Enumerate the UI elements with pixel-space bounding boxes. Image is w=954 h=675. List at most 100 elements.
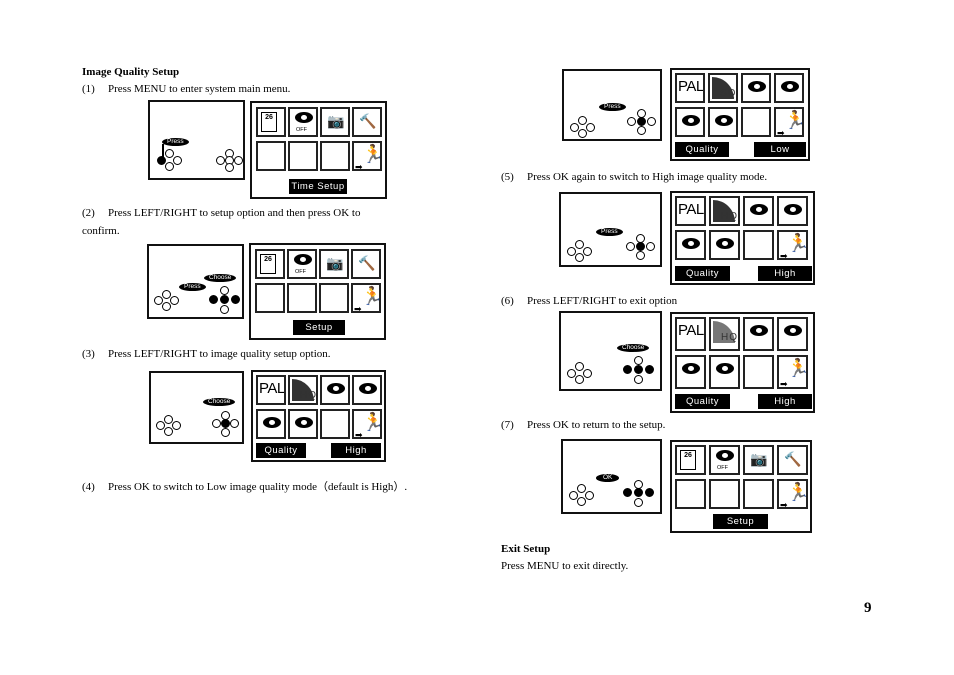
exit-icon: 🏃➡ — [774, 107, 804, 137]
exit-setup-text: Press MENU to exit directly. — [501, 560, 629, 572]
eye-crop-icon — [743, 196, 774, 226]
eye-off-icon: OFF — [288, 107, 318, 137]
eye-off-icon: OFF — [709, 445, 740, 475]
step-text: Press MENU to enter system main menu. — [108, 83, 291, 95]
exit-icon: 🏃➡ — [777, 230, 808, 260]
press-bubble: Press — [179, 283, 206, 291]
empty-slot — [256, 141, 286, 171]
quality-label: Quality — [675, 394, 730, 409]
press-bubble: Press — [162, 138, 189, 146]
eye-square-icon — [777, 196, 808, 226]
exit-icon: 🏃➡ — [351, 283, 381, 313]
exit-icon: 🏃➡ — [352, 141, 382, 171]
eye-timer-icon — [675, 355, 706, 389]
empty-slot — [320, 409, 350, 439]
eye-leaf-icon — [709, 230, 740, 260]
step-number: (1) — [82, 83, 95, 95]
camera-hand-icon: 📷 — [319, 249, 349, 279]
page-number: 9 — [864, 600, 872, 616]
step-7: (7) Press OK to return to the setup. — [501, 419, 666, 431]
exit-setup-title: Exit Setup — [501, 543, 551, 555]
quality-screen: PAL SQ 🏃➡ Quality Low — [670, 68, 810, 161]
remote-diagram: Press — [562, 69, 662, 141]
eye-leaf-icon — [709, 355, 740, 389]
calendar-icon: 26 — [675, 445, 706, 475]
empty-slot — [675, 479, 706, 509]
quality-label: Quality — [675, 266, 730, 281]
quality-screen: PAL HQ 🏃➡ Quality High — [670, 312, 815, 413]
calendar-icon: 26 — [256, 107, 286, 137]
pal-icon: PAL — [675, 196, 706, 226]
empty-slot — [288, 141, 318, 171]
pal-icon: PAL — [675, 317, 706, 351]
empty-slot — [743, 230, 774, 260]
exit-icon: 🏃➡ — [777, 355, 808, 389]
empty-slot — [287, 283, 317, 313]
exit-icon: 🏃➡ — [352, 409, 382, 439]
section-title: Image Quality Setup — [82, 66, 180, 78]
empty-slot — [320, 141, 350, 171]
remote-diagram: Choose — [149, 371, 244, 444]
quality-screen: PAL HQ 🏃➡ Quality High — [670, 191, 815, 285]
eye-square-icon — [774, 73, 804, 103]
eye-timer-icon — [256, 409, 286, 439]
eye-leaf-icon — [708, 107, 738, 137]
choose-bubble: Choose — [204, 274, 237, 282]
remote-diagram: Press Choose — [147, 244, 244, 319]
quality-value: High — [758, 266, 812, 281]
eye-crop-icon — [320, 375, 350, 405]
quality-value: Low — [754, 142, 806, 157]
camera-hand-icon: 📷 — [320, 107, 350, 137]
pal-icon: PAL — [675, 73, 705, 103]
eye-crop-icon — [743, 317, 774, 351]
menu-screen: 26 OFF 📷 🔨 🏃➡ Setup — [670, 440, 812, 533]
step-6: (6) Press LEFT/RIGHT to exit option — [501, 295, 678, 307]
eye-off-icon: OFF — [287, 249, 317, 279]
choose-bubble: Choose — [203, 398, 236, 406]
step-2-cont: confirm. — [82, 225, 120, 237]
step-2: (2) Press LEFT/RIGHT to setup option and … — [82, 207, 361, 219]
camera-hand-icon: 📷 — [743, 445, 774, 475]
step-5: (5) Press OK again to switch to High imag… — [501, 171, 768, 183]
press-bubble: Press — [596, 228, 623, 236]
tools-icon: 🔨 — [777, 445, 808, 475]
quality-mode-icon: HQ — [709, 196, 740, 226]
calendar-icon: 26 — [255, 249, 285, 279]
eye-square-icon — [777, 317, 808, 351]
remote-diagram: Press — [148, 100, 245, 180]
menu-screen: 26 OFF 📷 🔨 🏃➡ Time Setup — [250, 101, 387, 199]
screen-label: Setup — [293, 320, 345, 335]
eye-square-icon — [352, 375, 382, 405]
quality-screen: PAL HQ 🏃➡ Quality High — [251, 370, 386, 462]
empty-slot — [743, 479, 774, 509]
press-bubble: Press — [599, 103, 626, 111]
step-1: (1) Press MENU to enter system main menu. — [82, 82, 290, 96]
eye-crop-icon — [741, 73, 771, 103]
quality-value: High — [331, 443, 381, 458]
eye-timer-icon — [675, 230, 706, 260]
quality-mode-icon: HQ — [709, 317, 740, 351]
empty-slot — [255, 283, 285, 313]
ok-bubble: OK — [596, 474, 620, 482]
remote-diagram: OK — [561, 439, 662, 514]
eye-timer-icon — [675, 107, 705, 137]
screen-label: Time Setup — [289, 179, 347, 194]
screen-label: Setup — [713, 514, 768, 529]
quality-label: Quality — [675, 142, 729, 157]
remote-diagram: Press — [559, 192, 662, 267]
quality-mode-icon: HQ — [288, 375, 318, 405]
empty-slot — [319, 283, 349, 313]
quality-value: High — [758, 394, 812, 409]
quality-label: Quality — [256, 443, 306, 458]
empty-slot — [709, 479, 740, 509]
eye-leaf-icon — [288, 409, 318, 439]
tools-icon: 🔨 — [351, 249, 381, 279]
empty-slot — [743, 355, 774, 389]
menu-screen: 26 OFF 📷 🔨 🏃➡ Setup — [249, 243, 386, 340]
tools-icon: 🔨 — [352, 107, 382, 137]
step-3: (3) Press LEFT/RIGHT to image quality set… — [82, 348, 331, 360]
empty-slot — [741, 107, 771, 137]
choose-bubble: Choose — [617, 344, 650, 352]
step-4: (4) Press OK to switch to Low image quali… — [82, 481, 408, 493]
remote-diagram: Choose — [559, 311, 662, 391]
